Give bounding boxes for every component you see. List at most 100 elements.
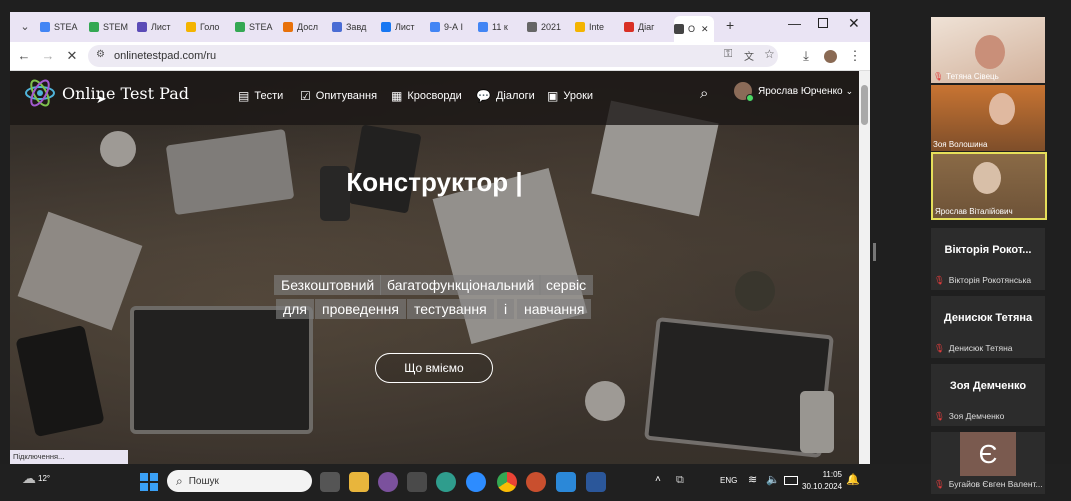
tab-label: 9-А І (444, 22, 464, 32)
browser-tab[interactable]: Inte (575, 16, 621, 38)
photos-icon[interactable] (556, 472, 576, 492)
close-tab-icon[interactable]: ✕ (701, 24, 709, 35)
tab-favicon-icon (89, 22, 99, 32)
back-arrow-icon: ← (17, 48, 31, 63)
weather-widget[interactable]: ☁ 12° (22, 470, 50, 487)
chevron-down-icon: ⌄ (845, 85, 854, 96)
mic-muted-icon: 🎙 (934, 275, 945, 285)
language-indicator[interactable]: ENG (720, 476, 737, 485)
site-search-button[interactable]: ⌕ (700, 85, 708, 102)
powerpoint-icon[interactable] (526, 472, 546, 492)
nav-surveys[interactable]: ☑ Опитування (300, 89, 377, 103)
translate-icon[interactable]: 文 (744, 48, 754, 63)
site-info-icon[interactable]: ⚙ (96, 49, 105, 60)
clipboard-icon: ▤ (238, 89, 250, 103)
edge-icon[interactable] (436, 472, 456, 492)
clock[interactable]: 11:05 30.10.2024 (802, 469, 842, 493)
nav-dialogs[interactable]: 💬 Діалоги (476, 89, 535, 103)
logo-text: Online Test Pad (62, 83, 189, 103)
nav-label: Кросворди (407, 90, 462, 102)
cloud-icon: ☁ (22, 470, 36, 486)
profile-avatar[interactable] (824, 50, 837, 63)
download-icon[interactable]: ⤓ (798, 48, 814, 64)
back-button[interactable]: ← (16, 48, 32, 64)
survey-icon: ☑ (300, 89, 311, 103)
browser-tab[interactable]: Лист (137, 16, 183, 38)
browser-tab[interactable]: Завд (332, 16, 378, 38)
chevron-up-icon[interactable]: ˄ (655, 474, 661, 485)
browser-tab[interactable]: 9-А І (430, 16, 476, 38)
nav-crosswords[interactable]: ▦ Кросворди (391, 89, 462, 103)
site-navbar: Online Test Pad ▤ Тести ☑ Опитування ▦ К… (10, 71, 859, 125)
participant-video-tile[interactable]: Зоя Волошина (931, 85, 1045, 151)
wifi-icon[interactable]: ≋ (748, 473, 757, 486)
participant-name-label: 🎙 Вікторія Рокотянська (934, 275, 1032, 285)
web-page: Online Test Pad ▤ Тести ☑ Опитування ▦ К… (10, 71, 859, 464)
participant-tile[interactable]: Зоя Демченко 🎙 Зоя Демченко (931, 364, 1045, 426)
browser-tab[interactable]: STEA (235, 16, 281, 38)
nav-tests[interactable]: ▤ Тести (238, 89, 283, 103)
participant-tile[interactable]: Денисюк Тетяна 🎙 Денисюк Тетяна (931, 296, 1045, 358)
what-we-can-button[interactable]: Що вміємо (375, 353, 493, 383)
participant-big-name: Вікторія Рокот... (944, 244, 1032, 256)
tab-favicon-icon (674, 24, 684, 34)
menu-dots-icon[interactable]: ⋮ (847, 48, 863, 64)
browser-tab[interactable]: Діаг (624, 16, 670, 38)
stop-loading-button[interactable]: ✕ (64, 48, 80, 64)
volume-icon[interactable]: 🔈 (766, 473, 780, 486)
tab-favicon-icon (235, 22, 245, 32)
participant-big-name: Зоя Демченко (949, 380, 1027, 392)
tab-label: 11 к (492, 22, 508, 32)
browser-tab[interactable]: Голо (186, 16, 232, 38)
viber-icon[interactable] (378, 472, 398, 492)
hero-word: сервіс (539, 275, 594, 295)
tab-label: STEM (103, 22, 129, 32)
file-explorer-icon[interactable] (349, 472, 369, 492)
meeting-divider[interactable] (873, 243, 876, 261)
zoom-icon[interactable] (466, 472, 486, 492)
browser-tab[interactable]: О ✕ (674, 16, 714, 42)
browser-tab[interactable]: STEM (89, 16, 135, 38)
copilot-icon[interactable]: ⧉ (676, 474, 684, 487)
tab-label: Лист (151, 22, 171, 32)
tab-search-button[interactable]: ⌄ (16, 18, 34, 36)
participant-name-label: 🎙 Бугайов Євген Валент... (934, 479, 1043, 489)
nav-lessons[interactable]: ▣ Уроки (547, 89, 593, 103)
nav-label: Тести (254, 90, 284, 102)
key-icon[interactable]: ⚿ (724, 48, 732, 61)
word-icon[interactable] (586, 472, 606, 492)
online-status-dot (746, 94, 754, 102)
participant-avatar: Є (960, 432, 1016, 476)
browser-tab[interactable]: 2021 (527, 16, 573, 38)
scrollbar-thumb[interactable] (861, 85, 868, 125)
site-logo[interactable]: Online Test Pad (24, 77, 189, 109)
close-window-button[interactable]: ✕ (848, 15, 860, 32)
participant-face (989, 93, 1015, 125)
participant-video-tile-active-speaker[interactable]: Ярослав Віталійович (931, 152, 1047, 220)
browser-tab[interactable]: Лист (381, 16, 427, 38)
forward-button[interactable]: → (40, 48, 56, 64)
battery-icon[interactable] (784, 476, 798, 485)
browser-tab[interactable]: STEA (40, 16, 86, 38)
participant-video-tile[interactable]: 🎙 Тетяна Сівець (931, 17, 1045, 83)
address-bar[interactable]: ⚙ onlinetestpad.com/ru ⚿ 文 ☆ (88, 45, 778, 67)
notification-bell-icon[interactable]: 🔔 (846, 473, 860, 486)
browser-tab[interactable]: 11 к (478, 16, 524, 38)
task-view-icon[interactable] (320, 472, 340, 492)
taskbar-search[interactable]: ⌕ Пошук (167, 470, 312, 492)
page-scrollbar[interactable] (859, 71, 870, 464)
restore-button[interactable] (818, 18, 828, 28)
minimize-button[interactable]: — (788, 16, 801, 31)
participant-tile[interactable]: Є 🎙 Бугайов Євген Валент... (931, 432, 1045, 494)
tab-favicon-icon (332, 22, 342, 32)
start-button[interactable] (140, 473, 158, 491)
chrome-icon[interactable] (497, 472, 517, 492)
minimize-icon: — (788, 16, 801, 31)
participant-tile[interactable]: Вікторія Рокот... 🎙 Вікторія Рокотянська (931, 228, 1045, 290)
calculator-icon[interactable] (407, 472, 427, 492)
new-tab-button[interactable]: + (726, 17, 734, 33)
browser-tab[interactable]: Досл (283, 16, 329, 38)
bookmark-star-icon[interactable]: ☆ (764, 47, 775, 61)
user-menu[interactable]: Ярослав Юрченко ⌄ (734, 82, 854, 102)
tab-label: Досл (297, 22, 318, 32)
